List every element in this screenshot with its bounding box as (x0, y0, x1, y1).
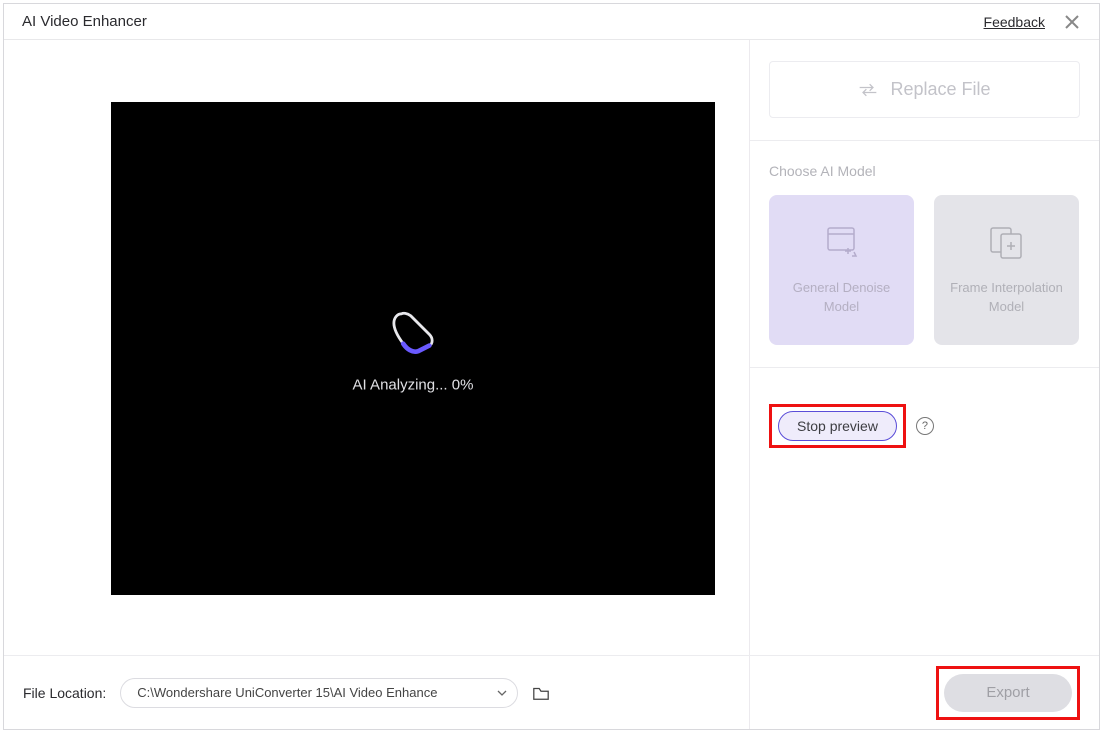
replace-file-button[interactable]: Replace File (769, 61, 1080, 118)
feedback-link[interactable]: Feedback (984, 14, 1045, 30)
app-logo-icon (385, 304, 441, 360)
model-frame-interpolation[interactable]: Frame Interpolation Model (934, 195, 1079, 345)
video-preview: AI Analyzing... 0% (111, 102, 715, 595)
app-window: AI Video Enhancer Feedback AI Analyzing.… (3, 3, 1100, 730)
divider (750, 367, 1099, 368)
choose-model-heading: Choose AI Model (769, 163, 1080, 179)
model-label: General Denoise Model (777, 278, 906, 317)
content: AI Analyzing... 0% Replace File Choose A… (4, 40, 1099, 729)
stop-preview-label: Stop preview (797, 418, 878, 434)
export-button[interactable]: Export (944, 674, 1072, 712)
file-path-value: C:\Wondershare UniConverter 15\AI Video … (137, 685, 497, 700)
file-location-label: File Location: (23, 685, 106, 701)
model-cards: General Denoise Model Frame Interpolatio… (769, 195, 1080, 345)
divider (750, 140, 1099, 141)
preview-row: Stop preview ? (769, 404, 1099, 448)
video-status-overlay: AI Analyzing... 0% (353, 304, 474, 393)
open-folder-icon[interactable] (532, 684, 550, 702)
right-pane: Replace File Choose AI Model General Den… (750, 40, 1099, 729)
model-general-denoise[interactable]: General Denoise Model (769, 195, 914, 345)
tutorial-highlight: Export (936, 666, 1080, 720)
file-location-dropdown[interactable]: C:\Wondershare UniConverter 15\AI Video … (120, 678, 518, 708)
close-icon[interactable] (1063, 13, 1081, 31)
analyzing-status: AI Analyzing... 0% (353, 376, 474, 393)
window-title: AI Video Enhancer (22, 13, 147, 30)
stop-preview-button[interactable]: Stop preview (778, 411, 897, 441)
footer: File Location: C:\Wondershare UniConvert… (4, 655, 1099, 729)
swap-icon (858, 83, 878, 97)
left-pane: AI Analyzing... 0% (4, 40, 750, 729)
denoise-icon (822, 224, 862, 260)
model-label: Frame Interpolation Model (942, 278, 1071, 317)
replace-file-label: Replace File (890, 79, 990, 100)
help-icon[interactable]: ? (916, 417, 934, 435)
chevron-down-icon (497, 688, 507, 698)
tutorial-highlight: Stop preview (769, 404, 906, 448)
export-label: Export (986, 684, 1029, 701)
interpolation-icon (987, 224, 1027, 260)
titlebar-right: Feedback (984, 13, 1081, 31)
titlebar: AI Video Enhancer Feedback (4, 4, 1099, 40)
